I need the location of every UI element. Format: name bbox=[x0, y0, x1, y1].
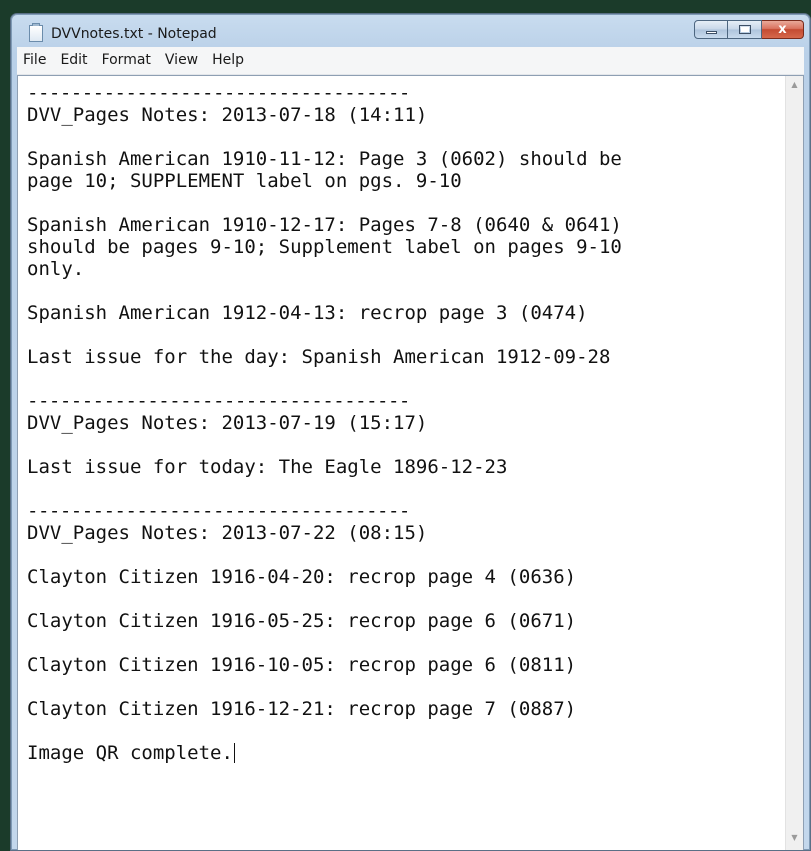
minimize-icon bbox=[706, 31, 717, 34]
text-line: DVV_Pages Notes: 2013-07-19 (15:17) bbox=[27, 412, 428, 434]
window-title: DVVnotes.txt - Notepad bbox=[51, 26, 217, 42]
maximize-icon bbox=[739, 25, 751, 34]
scroll-down-arrow-icon[interactable]: ▼ bbox=[786, 829, 803, 846]
caption-buttons: x bbox=[694, 20, 804, 40]
close-button[interactable]: x bbox=[762, 20, 804, 39]
close-icon: x bbox=[778, 22, 787, 37]
menu-bar: File Edit Format View Help bbox=[17, 47, 804, 75]
text-line: Image QR complete. bbox=[27, 742, 235, 764]
menu-format[interactable]: Format bbox=[95, 47, 158, 74]
vertical-scrollbar[interactable]: ▲ ▼ bbox=[785, 76, 803, 850]
text-line: Spanish American 1910-12-17: Pages 7-8 (… bbox=[27, 214, 622, 236]
text-line: Last issue for the day: Spanish American… bbox=[27, 346, 611, 368]
text-line: Spanish American 1910-11-12: Page 3 (060… bbox=[27, 148, 622, 170]
menu-edit[interactable]: Edit bbox=[53, 47, 94, 74]
text-line: ----------------------------------- bbox=[27, 82, 410, 104]
text-line: page 10; SUPPLEMENT label on pgs. 9-10 bbox=[27, 170, 462, 192]
scroll-up-arrow-icon[interactable]: ▲ bbox=[786, 76, 803, 93]
text-cursor bbox=[233, 743, 235, 763]
notepad-window: DVVnotes.txt - Notepad x File Edit Forma… bbox=[10, 13, 811, 851]
text-line: Clayton Citizen 1916-10-05: recrop page … bbox=[27, 654, 577, 676]
menu-file[interactable]: File bbox=[17, 47, 53, 74]
text-line: DVV_Pages Notes: 2013-07-18 (14:11) bbox=[27, 104, 428, 126]
text-line: Last issue for today: The Eagle 1896-12-… bbox=[27, 456, 508, 478]
text-line: ----------------------------------- bbox=[27, 390, 410, 412]
notepad-icon[interactable] bbox=[29, 23, 43, 42]
menu-help[interactable]: Help bbox=[205, 47, 251, 74]
text-area[interactable]: ----------------------------------- DVV_P… bbox=[18, 76, 785, 850]
text-line: should be pages 9-10; Supplement label o… bbox=[27, 236, 622, 258]
text-line: Clayton Citizen 1916-04-20: recrop page … bbox=[27, 566, 577, 588]
text-line: Clayton Citizen 1916-05-25: recrop page … bbox=[27, 610, 577, 632]
minimize-button[interactable] bbox=[694, 20, 728, 39]
text-editor[interactable]: ----------------------------------- DVV_P… bbox=[17, 75, 804, 850]
menu-view[interactable]: View bbox=[158, 47, 205, 74]
text-line: Spanish American 1912-04-13: recrop page… bbox=[27, 302, 588, 324]
text-line: Clayton Citizen 1916-12-21: recrop page … bbox=[27, 698, 577, 720]
text-line: DVV_Pages Notes: 2013-07-22 (08:15) bbox=[27, 522, 428, 544]
text-line: ----------------------------------- bbox=[27, 500, 410, 522]
title-bar[interactable]: DVVnotes.txt - Notepad x bbox=[11, 14, 810, 46]
maximize-button[interactable] bbox=[728, 20, 762, 39]
text-line: only. bbox=[27, 258, 85, 280]
